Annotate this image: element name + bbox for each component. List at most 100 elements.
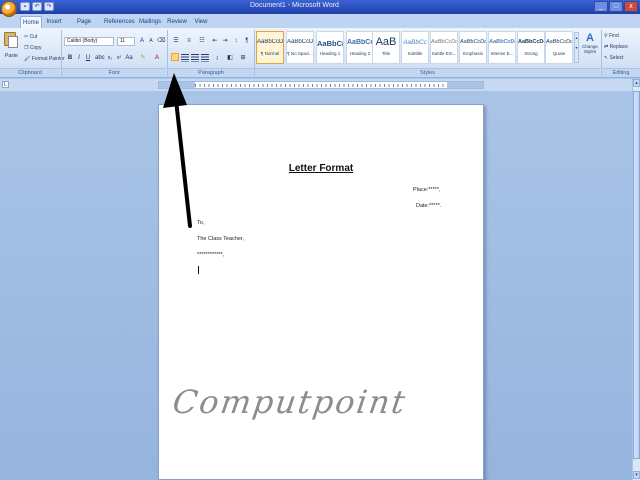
style-intense-emphasis[interactable]: AaBbCcDc Intense E... (488, 31, 516, 64)
shading-icon[interactable]: ◧ (226, 54, 234, 62)
scrollbar-thumb[interactable] (633, 91, 640, 459)
office-button[interactable] (1, 1, 17, 17)
style-normal[interactable]: AaBbCcDc ¶ Normal (256, 31, 284, 64)
clipboard-group-label: Clipboard (0, 68, 60, 77)
replace-button[interactable]: ⇄ Replace (604, 44, 628, 50)
close-button[interactable]: x (624, 1, 638, 12)
style-strong[interactable]: AaBbCcDc Strong (517, 31, 545, 64)
bold-button[interactable]: B (66, 54, 74, 62)
change-case-button[interactable]: Aa (125, 54, 133, 62)
align-left-button[interactable] (171, 53, 179, 61)
style-sample: AaBbCcDc (546, 39, 572, 45)
cut-label: Cut (29, 34, 38, 40)
maximize-button[interactable]: □ (609, 1, 623, 12)
show-marks-icon[interactable]: ¶ (243, 37, 251, 45)
style-name: Heading 2 (349, 51, 371, 56)
style-heading-2[interactable]: AaBbCc Heading 2 (346, 31, 374, 64)
copy-button[interactable]: ❐ Copy (24, 45, 42, 51)
document-page[interactable]: Letter Format Place:*****, Date:*****. T… (158, 104, 484, 480)
minimize-button[interactable]: _ (594, 1, 608, 12)
style-no-spacing[interactable]: AaBbCcDc ¶ No Spaci... (286, 31, 314, 64)
scissors-icon: ✂ (24, 34, 29, 40)
redo-icon[interactable]: ↷ (44, 2, 54, 11)
find-label: Find (609, 33, 619, 39)
style-quote[interactable]: AaBbCcDc Quote (545, 31, 573, 64)
recipient-line: The Class Teacher, (197, 236, 244, 242)
style-sample: AaBbCc (347, 39, 373, 46)
style-emphasis[interactable]: AaBbCcDc Emphasis (459, 31, 487, 64)
justify-button[interactable] (201, 54, 209, 62)
italic-button[interactable]: I (75, 54, 83, 62)
decrease-indent-icon[interactable]: ⇤ (211, 37, 219, 45)
undo-icon[interactable]: ↶ (32, 2, 42, 11)
strikethrough-button[interactable]: abc (95, 54, 105, 62)
style-name: Emphasis (463, 51, 483, 56)
style-name: ¶ No Spaci... (287, 51, 313, 56)
font-size-select[interactable]: 11 (117, 37, 135, 46)
grow-font-button[interactable]: A (138, 37, 146, 45)
numbering-icon[interactable]: ≡ (185, 37, 193, 45)
align-right-button[interactable] (191, 54, 199, 62)
clear-format-icon[interactable]: ⌫ (157, 37, 165, 45)
tab-home[interactable]: Home (20, 16, 42, 28)
tab-review[interactable]: Review (166, 16, 188, 28)
select-label: Select (609, 55, 624, 61)
ruler-ticks (195, 84, 447, 87)
multilevel-list-icon[interactable]: ☷ (198, 37, 206, 45)
tab-page-layout[interactable]: Page Layout (68, 16, 100, 37)
tab-insert[interactable]: Insert (44, 16, 64, 28)
copy-label: Copy (29, 45, 42, 51)
paste-button-label[interactable]: Paste (5, 53, 18, 59)
tab-references[interactable]: References (104, 16, 135, 28)
scroll-down-icon[interactable]: ▾ (633, 471, 640, 479)
style-sample: AaBbC( (317, 39, 343, 48)
increase-indent-icon[interactable]: ⇥ (221, 37, 229, 45)
document-title: Letter Format (288, 163, 354, 174)
tab-selector-icon[interactable]: L (2, 81, 9, 88)
borders-icon[interactable]: ⊞ (239, 54, 247, 62)
bullets-icon[interactable]: ☰ (172, 37, 180, 45)
select-button[interactable]: ↖ Select (604, 55, 624, 61)
horizontal-ruler[interactable] (158, 81, 484, 89)
ribbon: Paste ✂ Cut ❐ Copy 🖌 Format Painter Clip… (0, 28, 640, 78)
title-bar: ▪ ↶ ↷ Document1 - Microsoft Word _ □ x (0, 0, 640, 17)
tab-mailings[interactable]: Mailings (138, 16, 162, 28)
style-title[interactable]: AaB Title (372, 31, 400, 64)
find-button[interactable]: ⚲ Find (604, 33, 619, 39)
superscript-button[interactable]: x² (115, 54, 123, 62)
cut-button[interactable]: ✂ Cut (24, 34, 37, 40)
font-color-icon[interactable]: A (153, 54, 161, 62)
change-styles-label: Change Styles (582, 44, 598, 54)
shrink-font-button[interactable]: A (147, 37, 155, 45)
style-sample: AaBbCcDc (431, 39, 457, 45)
quick-access-toolbar: ▪ ↶ ↷ (20, 2, 54, 11)
paste-icon[interactable] (4, 32, 18, 48)
styles-gallery-scroll[interactable]: ▴ ▾ (574, 32, 579, 63)
style-sample: AaB (375, 36, 397, 48)
ruler-right-margin (447, 82, 483, 88)
stars-line: ************, (197, 252, 225, 258)
change-styles-icon: A (586, 32, 594, 44)
sort-icon[interactable]: ↕ (232, 37, 240, 45)
paragraph-group-label: Paragraph (168, 68, 254, 77)
tab-view[interactable]: View (192, 16, 210, 28)
style-subtitle[interactable]: AaBbCc Subtitle (401, 31, 429, 64)
scroll-up-icon[interactable]: ▴ (633, 79, 640, 87)
style-heading-1[interactable]: AaBbC( Heading 1 (316, 31, 344, 64)
underline-button[interactable]: U (84, 54, 92, 62)
line-spacing-icon[interactable]: ↨ (213, 54, 221, 62)
vertical-scrollbar[interactable]: ▴ ▾ (632, 79, 640, 480)
format-painter-button[interactable]: 🖌 Format Painter (24, 56, 65, 62)
highlight-icon[interactable]: ✎ (139, 54, 147, 62)
subscript-button[interactable]: x₂ (106, 54, 114, 62)
style-subtle-emphasis[interactable]: AaBbCcDc Subtle Em... (430, 31, 458, 64)
style-name: Subtitle (407, 51, 423, 56)
binoculars-icon: ⚲ (604, 33, 608, 39)
style-name: ¶ Normal (260, 51, 280, 56)
font-name-select[interactable]: Calibri (Body) (64, 37, 114, 46)
ribbon-tabs: Home Insert Page Layout References Maili… (0, 14, 640, 37)
save-icon[interactable]: ▪ (20, 2, 30, 11)
style-name: Title (381, 51, 391, 56)
change-styles-button[interactable]: A Change Styles (581, 32, 599, 66)
align-center-button[interactable] (181, 54, 189, 62)
